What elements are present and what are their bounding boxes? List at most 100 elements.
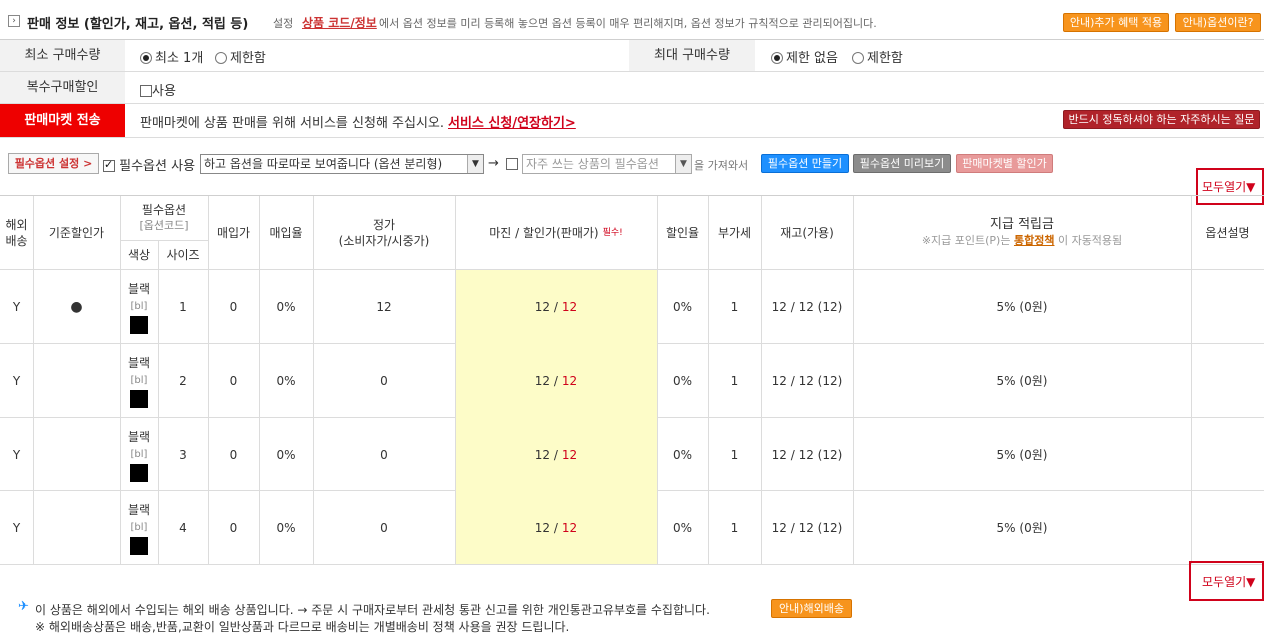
- cell-points: 5% (0원): [996, 521, 1048, 535]
- cell-color: 블랙 [bl]: [120, 418, 158, 491]
- frequent-option-checkbox[interactable]: [506, 158, 518, 170]
- cell-purchase: 0: [229, 373, 238, 388]
- expand-all-top-link[interactable]: 모두열기▼: [1202, 178, 1255, 195]
- cell-stock: 12 / 12 (12): [771, 373, 843, 388]
- arrow-text: →: [488, 156, 499, 171]
- header-points: 지급 적립금 ※지급 포인트(P)는 통합정책 이 자동적용됨: [921, 216, 1123, 247]
- extra-benefit-button[interactable]: 안내)추가 혜택 적용: [1063, 13, 1169, 32]
- divider: [0, 71, 1264, 72]
- cell-points: 5% (0원): [996, 300, 1048, 314]
- cell-discount: 0%: [672, 373, 693, 388]
- cell-rate: 0%: [276, 299, 296, 314]
- setting-word: 설정: [273, 17, 294, 30]
- option-mode-select[interactable]: 하고 옵션을 따로따로 보여줍니다 (옵션 분리형) ▼: [200, 154, 484, 174]
- chevron-down-icon: ▼: [675, 155, 691, 173]
- divider: [0, 103, 1264, 104]
- cell-base: [33, 418, 120, 491]
- color-name: 블랙: [127, 355, 151, 370]
- chevron-down-icon: ▼: [467, 155, 483, 173]
- color-code: [bl]: [130, 300, 148, 312]
- cell-overseas: Y: [12, 520, 21, 535]
- color-name: 블랙: [127, 429, 151, 444]
- color-swatch: [130, 463, 148, 482]
- airplane-icon: ✈: [18, 599, 29, 614]
- cell-overseas: Y: [12, 299, 21, 314]
- max-qty-radio-1[interactable]: 제한 없음: [771, 47, 838, 66]
- cell-vat: 1: [730, 447, 739, 462]
- checkbox-checked-icon: [103, 158, 115, 172]
- header-color: 색상: [127, 247, 151, 262]
- frequent-option-select[interactable]: 자주 쓰는 상품의 필수옵션 ▼: [522, 154, 692, 174]
- header-size: 사이즈: [166, 247, 200, 262]
- section-arrow-icon: ›: [8, 15, 20, 27]
- checkbox-icon: [140, 85, 152, 97]
- cell-vat: 1: [730, 520, 739, 535]
- cell-points: 5% (0원): [996, 448, 1048, 462]
- cell-color: 블랙 [bl]: [120, 270, 158, 343]
- cell-purchase: 0: [229, 299, 238, 314]
- cell-size: 3: [179, 447, 187, 462]
- fetch-text: 을 가져와서: [694, 159, 749, 172]
- option-setting-button[interactable]: 필수옵션 설정 >: [8, 153, 99, 174]
- overseas-notice: 이 상품은 해외에서 수입되는 해외 배송 상품입니다. → 주문 시 구매자로…: [35, 603, 710, 617]
- section-title: 판매 정보 (할인가, 재고, 옵션, 적립 등): [27, 17, 249, 32]
- market-faq-button[interactable]: 반드시 정독하셔야 하는 자주하시는 질문: [1063, 110, 1260, 129]
- min-qty-radio-2[interactable]: 제한함: [215, 47, 266, 66]
- cell-list-price: 0: [380, 447, 388, 462]
- cell-list-price: 12: [376, 299, 392, 314]
- color-code: [bl]: [130, 521, 148, 533]
- header-margin-sale: 마진 / 할인가(판매가) 필수!: [489, 225, 623, 240]
- cell-vat: 1: [730, 299, 739, 314]
- cell-size: 2: [179, 373, 187, 388]
- cell-purchase: 0: [229, 447, 238, 462]
- header-stock: 재고(가용): [780, 225, 834, 240]
- overseas-info-button[interactable]: 안내)해외배송: [771, 599, 852, 618]
- market-discount-button[interactable]: 판매마켓별 할인가: [956, 154, 1053, 173]
- margin-value: 12 /: [534, 373, 558, 388]
- overseas-notice-2: ※ 해외배송상품은 배송,반품,교환이 일반상품과 다르므로 배송비는 개별배송…: [35, 620, 570, 634]
- cell-margin-sale: 12 /12: [455, 344, 657, 417]
- cell-list-price: 0: [380, 373, 388, 388]
- multi-discount-label: 복수구매할인: [0, 72, 125, 103]
- use-option-checkbox[interactable]: 필수옵션 사용: [103, 155, 195, 174]
- table-bottom-border: [0, 564, 1264, 565]
- policy-link[interactable]: 통합정책: [1014, 234, 1054, 247]
- color-name: 블랙: [127, 502, 151, 517]
- header-base-discount: 기준할인가: [48, 225, 105, 240]
- cell-stock: 12 / 12 (12): [771, 520, 843, 535]
- preview-option-button[interactable]: 필수옵션 미리보기: [853, 154, 951, 173]
- min-qty-radio-1[interactable]: 최소 1개: [140, 47, 203, 66]
- header-required-option: 필수옵션 [옵션코드]: [139, 203, 189, 232]
- market-service-link[interactable]: 서비스 신청/연장하기>: [448, 112, 576, 131]
- margin-value: 12 /: [534, 299, 558, 314]
- max-qty-label: 최대 구매수량: [629, 40, 755, 71]
- sale-price-value: 12: [561, 299, 578, 314]
- margin-value: 12 /: [534, 447, 558, 462]
- cell-rate: 0%: [276, 520, 296, 535]
- max-qty-radio-2[interactable]: 제한함: [852, 47, 903, 66]
- header-purchase-price: 매입가: [216, 225, 251, 240]
- cell-stock: 12 / 12 (12): [771, 299, 843, 314]
- header-list-price: 정가 (소비자가/시중가): [338, 217, 430, 248]
- cell-vat: 1: [730, 373, 739, 388]
- market-label: 판매마켓 전송: [0, 104, 125, 137]
- margin-value: 12 /: [534, 520, 558, 535]
- radio-checked-icon: [140, 52, 152, 64]
- radio-checked-icon: [771, 52, 783, 64]
- min-qty-label: 최소 구매수량: [0, 40, 125, 71]
- expand-all-bottom-link[interactable]: 모두열기▼: [1202, 573, 1255, 590]
- cell-stock: 12 / 12 (12): [771, 447, 843, 462]
- make-option-button[interactable]: 필수옵션 만들기: [761, 154, 849, 173]
- product-code-link[interactable]: 상품 코드/정보: [302, 14, 377, 31]
- cell-discount: 0%: [672, 520, 693, 535]
- cell-discount: 0%: [672, 447, 693, 462]
- cell-base: [33, 344, 120, 417]
- radio-empty-icon: [215, 52, 227, 64]
- multi-discount-checkbox[interactable]: 사용: [140, 80, 176, 99]
- sale-price-value: 12: [561, 373, 578, 388]
- what-option-button[interactable]: 안내)옵션이란?: [1175, 13, 1261, 32]
- cell-base: [33, 491, 120, 564]
- header-discount-rate: 할인율: [665, 225, 700, 240]
- cell-points: 5% (0원): [996, 374, 1048, 388]
- cell-size: 4: [179, 520, 187, 535]
